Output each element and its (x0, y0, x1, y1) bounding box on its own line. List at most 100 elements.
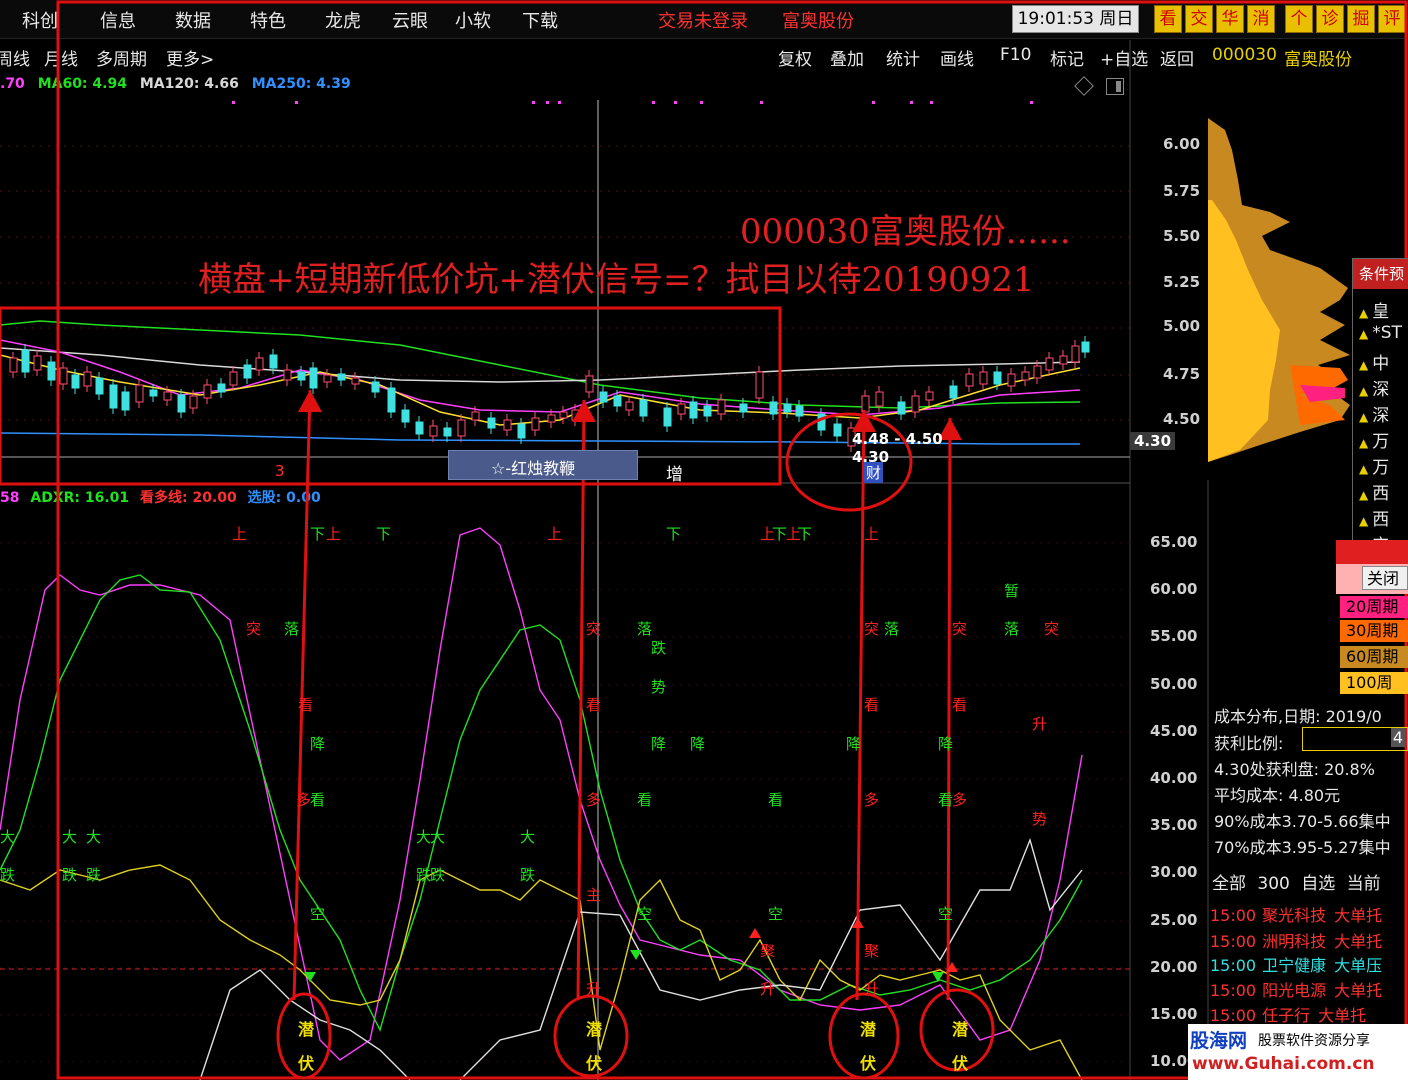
candle-body (1081, 341, 1090, 353)
stock-row[interactable]: 15:00 阳光电源 大单托 (1210, 977, 1382, 1001)
candle-body (717, 399, 726, 415)
candle-body (639, 399, 648, 417)
osc-tick: 40.00 (1150, 769, 1198, 787)
candle-body (351, 377, 360, 385)
tab-300[interactable]: 300 (1257, 874, 1289, 894)
signal-bull: 多 (586, 791, 602, 809)
event-dot (930, 101, 933, 104)
signal-fall: 落 (884, 620, 900, 638)
signal-big: 大 (0, 828, 16, 846)
watch-item-label: 深 (1372, 380, 1390, 400)
watch-item[interactable]: ▲ 万 (1353, 427, 1408, 453)
stock-row[interactable]: 15:00 聚光科技 大单托 (1210, 902, 1382, 926)
signal-down: 下 (772, 525, 788, 543)
stock-name: 卫宁健康 (1262, 956, 1327, 975)
stock-row[interactable]: 15:00 卫宁健康 大单压 (1210, 952, 1382, 976)
candle-body (371, 381, 380, 393)
osc-tick: 60.00 (1150, 580, 1198, 598)
zeng-tag[interactable]: 增 (666, 460, 683, 485)
signal-big: 大 (416, 828, 432, 846)
candle-body (71, 374, 80, 389)
tab-all[interactable]: 全部 (1212, 874, 1246, 894)
candle-body (443, 427, 452, 437)
stock-signal: 大单托 (1318, 1006, 1367, 1025)
event-dot (674, 101, 677, 104)
osc-tick: 55.00 (1150, 627, 1198, 645)
signal-up: 上 (326, 525, 342, 543)
chip-distribution (1208, 118, 1350, 462)
finance-tag[interactable]: 财 (864, 462, 884, 483)
profit-at-price: 4.30处获利盘: 20.8% (1214, 760, 1375, 779)
watch-item[interactable]: ▲ 深 (1353, 375, 1408, 401)
signal-watch: 看 (938, 791, 954, 809)
event-dot (910, 101, 913, 104)
price-tick: 4.50 (1163, 410, 1201, 428)
candle-body (703, 405, 712, 417)
event-dot (652, 101, 655, 104)
average-cost: 平均成本: 4.80元 (1214, 786, 1341, 805)
candle-body (457, 419, 466, 437)
candle-body (769, 401, 778, 415)
event-dot (1030, 101, 1033, 104)
watch-item[interactable]: ▲ 深 (1353, 401, 1408, 427)
osc-magenta-line (0, 527, 1083, 1061)
candle-body (487, 417, 496, 429)
candle-body (1033, 365, 1042, 379)
hongzhu-tag[interactable]: ☆-红烛教鞭 (448, 450, 638, 480)
up-arrow-icon: ▲ (1359, 384, 1369, 398)
candle-body (33, 355, 42, 371)
stock-time: 15:00 (1210, 1006, 1257, 1025)
watch-item[interactable]: ▲ 万 (1353, 453, 1408, 479)
condition-alert-panel[interactable]: 条件预 ▲皇 ▲*ST ▲中 ▲深 ▲深 ▲万 ▲万 ▲西 ▲西 ▲宝 (1352, 258, 1408, 570)
up-arrow-icon: ▲ (1359, 327, 1369, 341)
profit-ratio-bar: 4 (1302, 727, 1408, 751)
tab-favorites[interactable]: 自选 (1301, 874, 1335, 894)
candle-body (283, 369, 292, 381)
candle-body (47, 361, 56, 381)
signal-descend: 降 (690, 735, 706, 753)
watch-item-label: 西 (1372, 510, 1390, 530)
watermark-url: www.Guhai.com.cn (1192, 1054, 1375, 1074)
close-button[interactable]: 关闭 (1362, 566, 1408, 590)
candle-body (861, 395, 870, 413)
price-tick: 6.00 (1163, 135, 1201, 153)
tab-current[interactable]: 当前 (1347, 874, 1381, 894)
watch-item[interactable]: ▲ 西 (1353, 479, 1408, 505)
price-tick: 5.50 (1163, 227, 1201, 245)
candle-body (401, 409, 410, 423)
candle-body (121, 391, 130, 411)
watch-item-label: 皇 (1372, 302, 1390, 322)
signal-drop: 跌 (651, 639, 667, 657)
up-arrow-icon: ▲ (1359, 410, 1369, 424)
watch-item[interactable]: ▲ 西 (1353, 505, 1408, 531)
event-dot (558, 101, 561, 104)
candle-body (1059, 355, 1068, 365)
osc-tick: 20.00 (1150, 958, 1198, 976)
stock-signal: 大单压 (1334, 956, 1383, 975)
signal-hide-3: 伏 (860, 1054, 877, 1073)
stock-row[interactable]: 15:00 任子行 大单托 (1210, 1002, 1366, 1026)
annotation-outer-frame (56, 0, 1408, 1080)
candle-body (949, 385, 958, 399)
candle-body (255, 357, 264, 371)
candle-body (83, 371, 92, 387)
signal-main: 主 (586, 886, 602, 904)
event-dot (232, 101, 235, 104)
watch-item[interactable]: ▲ *ST (1353, 323, 1408, 349)
watch-item-label: 深 (1372, 406, 1390, 426)
watch-item[interactable]: ▲ 中 (1353, 349, 1408, 375)
candle-body (517, 423, 526, 439)
signal-pause: 暂 (1004, 582, 1020, 600)
watch-item[interactable]: ▲ 皇 (1353, 297, 1408, 323)
price-tick: 5.00 (1163, 317, 1201, 335)
close-bar: 关闭 (1336, 564, 1408, 594)
candle-body (429, 425, 438, 437)
chip-legend-60: 60周期 (1340, 646, 1408, 668)
signal-drop: 跌 (416, 866, 432, 884)
stock-row[interactable]: 15:00 洲明科技 大单托 (1210, 928, 1382, 952)
up-arrow-icon: ▲ (1359, 462, 1369, 476)
price-tick: 5.75 (1163, 182, 1201, 200)
candle-body (795, 405, 804, 417)
watermark-tagline: 股票软件资源分享 (1258, 1033, 1370, 1049)
signal-rise: 升 (760, 980, 776, 998)
